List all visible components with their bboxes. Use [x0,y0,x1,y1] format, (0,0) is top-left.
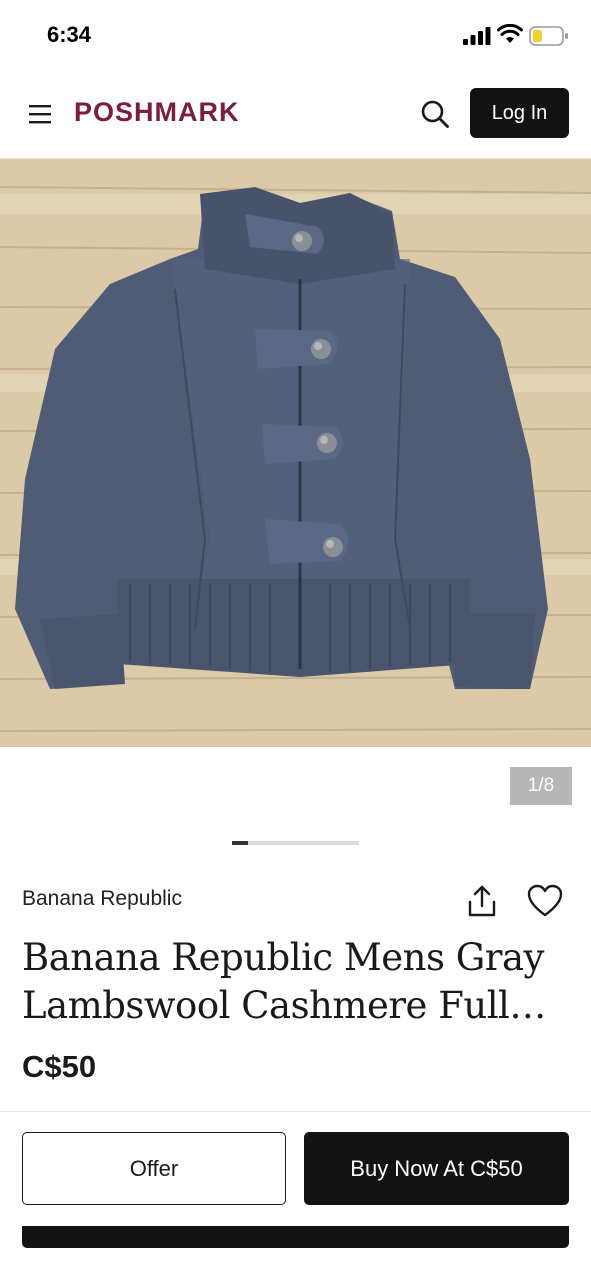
search-icon[interactable] [420,99,450,129]
buy-now-button[interactable]: Buy Now At C$50 [304,1132,569,1205]
heart-icon[interactable] [527,884,563,918]
poshmark-logo[interactable]: POSHMARK [74,97,240,128]
status-time: 6:34 [47,22,92,47]
listing-price: C$50 [22,1049,97,1084]
offer-button[interactable]: Offer [22,1132,286,1205]
bottom-action-bar [22,1226,569,1248]
top-header: POSHMARK Log In [0,72,591,159]
image-counter: 1/8 [510,767,572,805]
listing-title: Banana Republic Mens Gray Lambswool Cash… [22,936,546,1027]
share-icon[interactable] [466,884,498,918]
login-button[interactable]: Log In [470,88,569,138]
wifi-icon [497,24,523,43]
product-photo[interactable] [0,159,591,747]
gallery-progress [232,841,359,845]
battery-icon [529,26,568,46]
signal-icon [463,27,491,45]
gallery-progress-fill [232,841,248,845]
menu-icon[interactable] [28,103,54,125]
divider [0,1111,591,1112]
status-bar: 6:34 [0,0,591,72]
brand-link[interactable]: Banana Republic [22,887,182,911]
